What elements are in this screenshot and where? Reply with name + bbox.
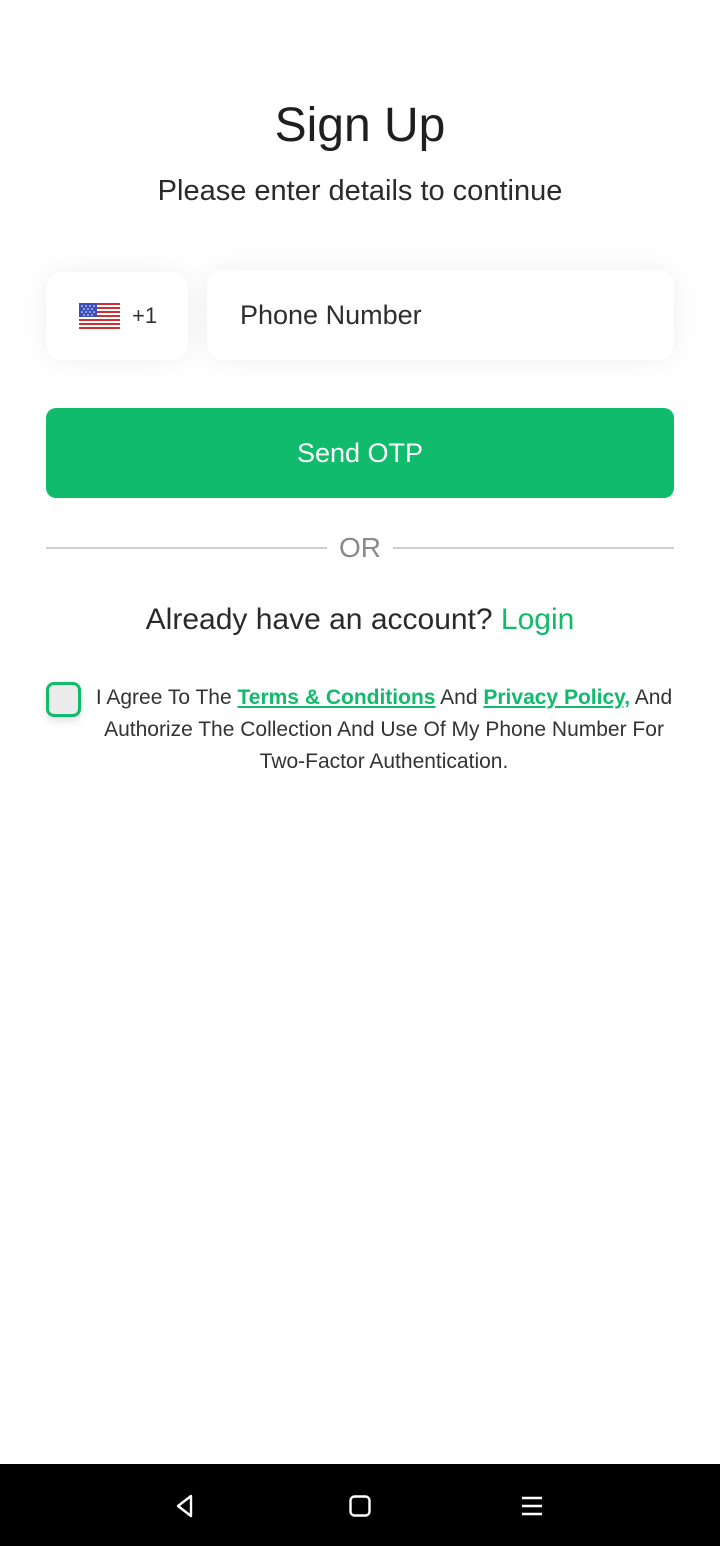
us-flag-icon [79,303,120,329]
back-button[interactable] [165,1486,205,1526]
recents-button[interactable] [512,1486,552,1526]
divider-line-right [393,547,674,549]
phone-number-input[interactable] [238,298,674,332]
country-code-picker[interactable]: +1 [46,272,188,360]
terms-conditions-link[interactable]: Terms & Conditions [238,686,436,709]
login-prompt-row: Already have an account? Login [0,600,720,640]
divider-label: OR [339,532,381,563]
login-link[interactable]: Login [501,603,574,636]
phone-number-field[interactable] [207,270,674,360]
privacy-policy-link[interactable]: Privacy Policy, [483,686,630,709]
consent-text: I Agree To The Terms & Conditions And Pr… [94,682,674,778]
divider-line-left [46,547,327,549]
login-prompt-text: Already have an account? [145,603,493,636]
menu-icon [522,1496,542,1516]
consent-checkbox[interactable] [46,682,81,717]
consent-prefix: I Agree To The [95,686,232,709]
system-navigation-bar [0,1464,720,1546]
home-icon [349,1495,371,1517]
back-icon [176,1494,193,1518]
consent-and: And [440,686,478,709]
home-button[interactable] [340,1486,380,1526]
send-otp-button[interactable]: Send OTP [46,408,674,498]
page-subtitle: Please enter details to continue [157,175,563,207]
page-title: Sign Up [274,99,446,152]
or-divider: OR [46,530,674,566]
dial-code: +1 [132,303,158,328]
